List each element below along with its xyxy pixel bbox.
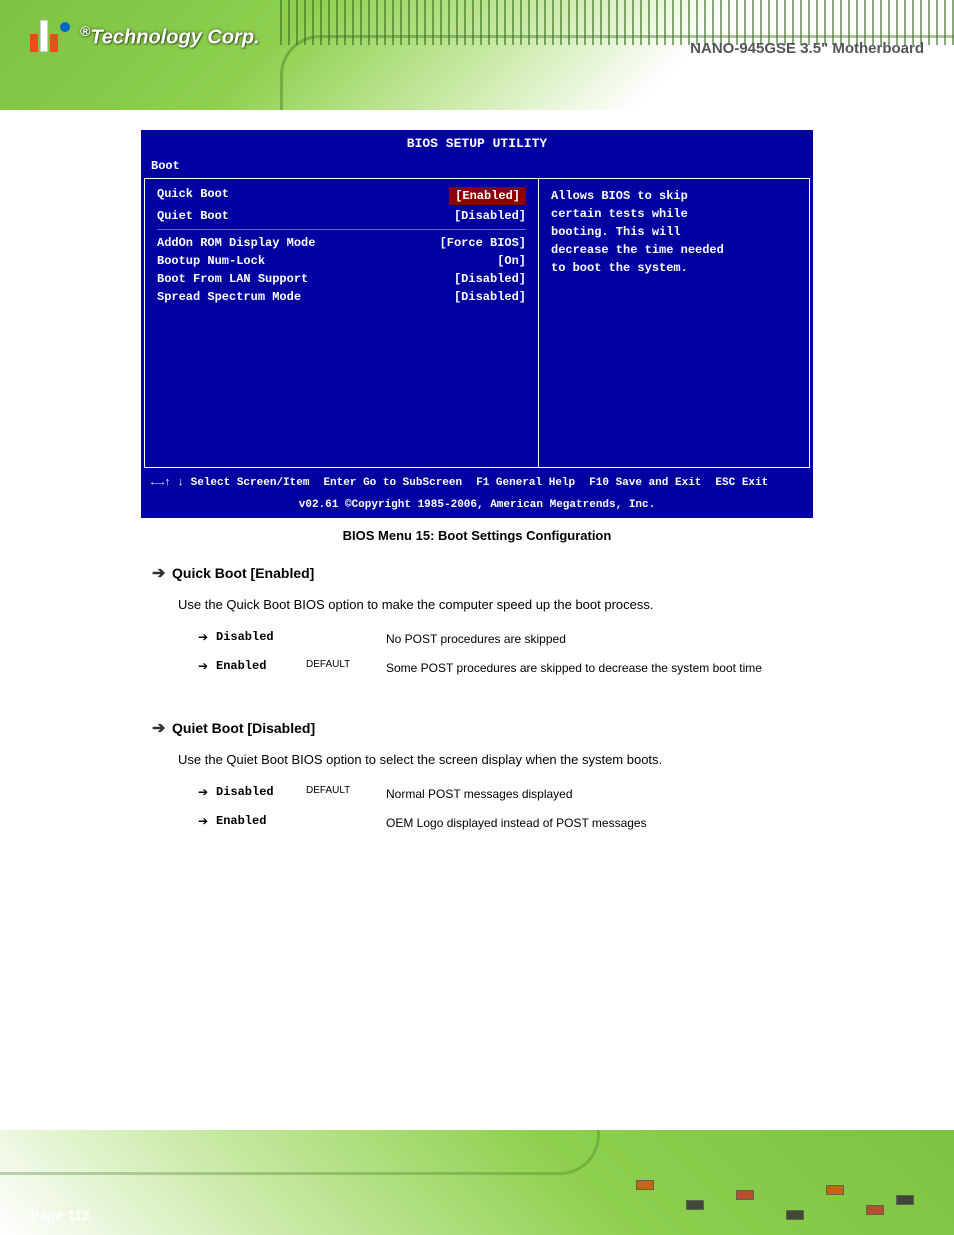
arrow-right-icon: ➔ — [198, 630, 216, 649]
bios-divider — [157, 229, 526, 230]
page-number: Page 112 — [30, 1207, 90, 1223]
option-row: ➔ Enabled DEFAULT Some POST procedures a… — [198, 659, 814, 678]
bios-row-label: Spread Spectrum Mode — [157, 290, 301, 304]
arrow-right-icon: ➔ — [152, 718, 166, 738]
arrow-right-icon: ➔ — [198, 659, 216, 678]
option-default: DEFAULT — [306, 659, 386, 678]
option-default: DEFAULT — [306, 785, 386, 804]
section-heading-row: ➔ Quiet Boot [Disabled] — [152, 718, 814, 738]
option-row: ➔ Disabled No POST procedures are skippe… — [198, 630, 814, 649]
bios-row-value: [Force BIOS] — [440, 236, 526, 250]
bios-row-value-selected: [Enabled] — [449, 187, 526, 205]
bios-footer-key: Enter Go to SubScreen — [323, 475, 462, 493]
bios-help-line: decrease the time needed — [551, 241, 797, 259]
section-heading: Quiet Boot [Disabled] — [172, 720, 315, 736]
bios-help-panel: Allows BIOS to skip certain tests while … — [539, 179, 809, 467]
bios-row: Quiet Boot [Disabled] — [157, 209, 526, 223]
option-desc: Some POST procedures are skipped to decr… — [386, 659, 814, 678]
section-body: Use the Quiet Boot BIOS option to select… — [178, 750, 814, 771]
option-default — [306, 630, 386, 649]
logo-text: ®Technology Corp. — [80, 23, 260, 50]
bios-screenshot: BIOS SETUP UTILITY Boot Quick Boot [Enab… — [141, 130, 813, 518]
bios-help-line: certain tests while — [551, 205, 797, 223]
arrow-right-icon: ➔ — [152, 563, 166, 583]
bios-caption: BIOS Menu 15: Boot Settings Configuratio… — [0, 528, 954, 543]
option-row: ➔ Disabled DEFAULT Normal POST messages … — [198, 785, 814, 804]
bios-help-line: to boot the system. — [551, 259, 797, 277]
bios-row-value: [Disabled] — [454, 272, 526, 286]
product-name: NANO-945GSE 3.5" Motherboard — [690, 40, 924, 57]
footer-banner: Page 112 — [0, 1130, 954, 1235]
iei-logo-icon — [30, 20, 70, 52]
bios-title: BIOS SETUP UTILITY — [141, 130, 813, 157]
document-content: ➔ Quick Boot [Enabled] Use the Quick Boo… — [0, 543, 954, 853]
option-row: ➔ Enabled OEM Logo displayed instead of … — [198, 814, 814, 833]
bios-copyright: v02.61 ©Copyright 1985-2006, American Me… — [151, 497, 803, 515]
option-name: Disabled — [216, 785, 306, 804]
arrow-right-icon: ➔ — [198, 814, 216, 833]
section-heading-row: ➔ Quick Boot [Enabled] — [152, 563, 814, 583]
option-name: Enabled — [216, 814, 306, 833]
bios-row: AddOn ROM Display Mode [Force BIOS] — [157, 236, 526, 250]
bios-tab: Boot — [141, 157, 813, 175]
bios-row-value: [Disabled] — [454, 209, 526, 223]
bios-row: Spread Spectrum Mode [Disabled] — [157, 290, 526, 304]
bios-row: Quick Boot [Enabled] — [157, 187, 526, 205]
bios-footer: ←→↑ ↓ Select Screen/Item Enter Go to Sub… — [141, 471, 813, 518]
bios-footer-key: F1 General Help — [476, 475, 575, 493]
bios-row-value: [Disabled] — [454, 290, 526, 304]
bios-row-label: Quiet Boot — [157, 209, 229, 223]
arrow-right-icon: ➔ — [198, 785, 216, 804]
option-desc: Normal POST messages displayed — [386, 785, 814, 804]
bios-row-value: [On] — [497, 254, 526, 268]
bios-footer-key: ←→↑ ↓ Select Screen/Item — [151, 475, 309, 493]
bios-row-label: Quick Boot — [157, 187, 229, 205]
bios-row-label: Boot From LAN Support — [157, 272, 308, 286]
bios-footer-key: ESC Exit — [715, 475, 768, 493]
section-heading: Quick Boot [Enabled] — [172, 565, 314, 581]
bios-row: Boot From LAN Support [Disabled] — [157, 272, 526, 286]
option-name: Enabled — [216, 659, 306, 678]
bios-inner: Quick Boot [Enabled] Quiet Boot [Disable… — [144, 178, 810, 468]
bios-help-line: Allows BIOS to skip — [551, 187, 797, 205]
bios-row-label: Bootup Num-Lock — [157, 254, 265, 268]
bios-row: Bootup Num-Lock [On] — [157, 254, 526, 268]
option-default — [306, 814, 386, 833]
bios-help-line: booting. This will — [551, 223, 797, 241]
bios-footer-key: F10 Save and Exit — [589, 475, 701, 493]
header-banner: ®Technology Corp. NANO-945GSE 3.5" Mothe… — [0, 0, 954, 110]
logo-area: ®Technology Corp. — [30, 20, 260, 52]
bios-row-label: AddOn ROM Display Mode — [157, 236, 315, 250]
bios-settings-panel: Quick Boot [Enabled] Quiet Boot [Disable… — [145, 179, 539, 467]
section-body: Use the Quick Boot BIOS option to make t… — [178, 595, 814, 616]
option-desc: OEM Logo displayed instead of POST messa… — [386, 814, 814, 833]
option-name: Disabled — [216, 630, 306, 649]
footer-circuit — [454, 1135, 954, 1235]
option-desc: No POST procedures are skipped — [386, 630, 814, 649]
